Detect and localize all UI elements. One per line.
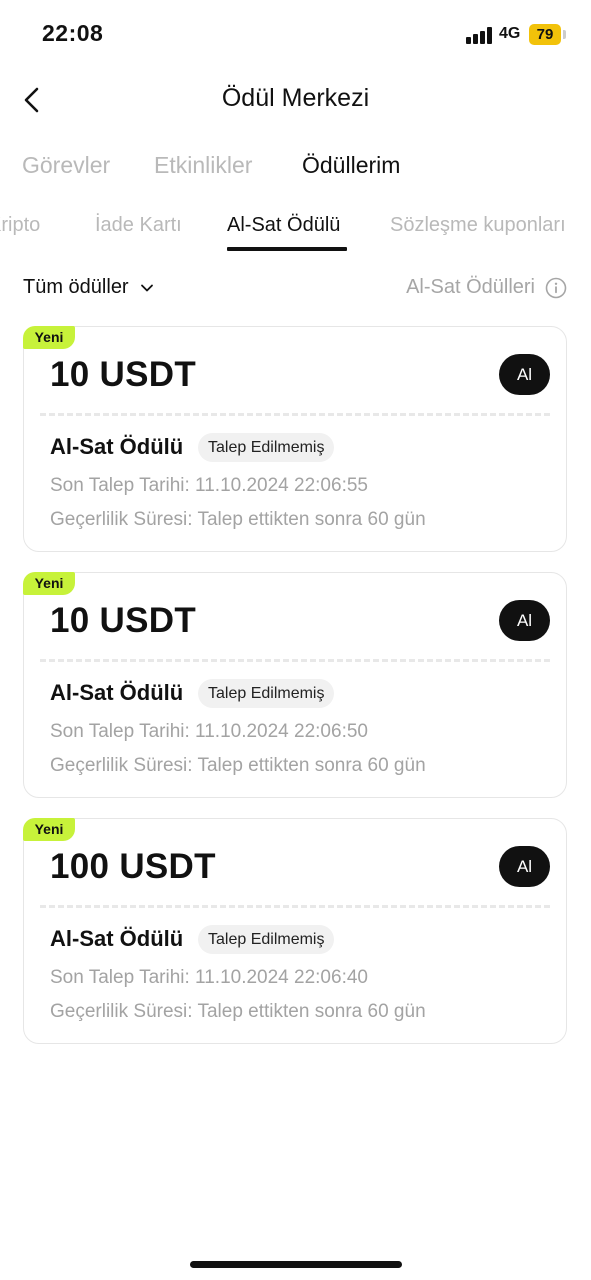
new-badge: Yeni bbox=[23, 326, 75, 349]
claim-deadline: Son Talep Tarihi: 11.10.2024 22:06:40 bbox=[50, 967, 368, 988]
reward-card: Yeni 100 USDT Al Al-Sat Ödülü Talep Edil… bbox=[23, 818, 567, 1044]
status-badge: Talep Edilmemiş bbox=[198, 925, 335, 954]
rewards-info-label: Al-Sat Ödülleri bbox=[406, 276, 535, 298]
network-type: 4G bbox=[499, 25, 521, 42]
claim-deadline: Son Talep Tarihi: 11.10.2024 22:06:50 bbox=[50, 721, 368, 742]
home-indicator bbox=[190, 1261, 402, 1268]
rewards-filter-dropdown[interactable]: Tüm ödüller bbox=[23, 276, 155, 299]
claim-deadline: Son Talep Tarihi: 11.10.2024 22:06:55 bbox=[50, 475, 368, 496]
divider bbox=[40, 905, 550, 908]
rewards-info-link[interactable]: Al-Sat Ödülleri bbox=[406, 276, 567, 299]
new-badge: Yeni bbox=[23, 572, 75, 595]
validity-period: Geçerlilik Süresi: Talep ettikten sonra … bbox=[50, 509, 426, 530]
signal-icon bbox=[466, 26, 494, 44]
tab-gorevler[interactable]: Görevler bbox=[22, 152, 110, 179]
header: Ödül Merkezi bbox=[0, 70, 591, 130]
status-badge: Talep Edilmemiş bbox=[198, 679, 335, 708]
reward-name: Al-Sat Ödülü bbox=[50, 926, 184, 951]
reward-name: Al-Sat Ödülü bbox=[50, 434, 184, 459]
reward-name: Al-Sat Ödülü bbox=[50, 680, 184, 705]
filter-label: Tüm ödüller bbox=[23, 276, 129, 298]
active-tab-indicator bbox=[227, 247, 347, 251]
reward-amount: 10 USDT bbox=[50, 601, 197, 640]
info-icon bbox=[545, 277, 567, 298]
status-badge: Talep Edilmemiş bbox=[198, 433, 335, 462]
subtab-iade-karti[interactable]: İade Kartı bbox=[95, 214, 182, 237]
validity-period: Geçerlilik Süresi: Talep ettikten sonra … bbox=[50, 755, 426, 776]
battery-icon: 79 bbox=[529, 24, 561, 45]
subtab-kripto[interactable]: Kripto bbox=[0, 214, 40, 237]
new-badge: Yeni bbox=[23, 818, 75, 841]
subtab-sozlesme-kuponlari[interactable]: Sözleşme kuponları bbox=[390, 214, 566, 237]
status-bar: 22:08 4G 79 bbox=[0, 0, 591, 70]
status-time: 22:08 bbox=[42, 20, 104, 46]
divider bbox=[40, 413, 550, 416]
reward-card: Yeni 10 USDT Al Al-Sat Ödülü Talep Edilm… bbox=[23, 572, 567, 798]
tab-odullerim[interactable]: Ödüllerim bbox=[302, 152, 400, 179]
main-tabs: Görevler Etkinlikler Ödüllerim bbox=[0, 148, 591, 188]
page-title: Ödül Merkezi bbox=[221, 84, 370, 112]
claim-button[interactable]: Al bbox=[499, 600, 550, 641]
claim-button[interactable]: Al bbox=[499, 846, 550, 887]
divider bbox=[40, 659, 550, 662]
tab-etkinlikler[interactable]: Etkinlikler bbox=[154, 152, 252, 179]
reward-amount: 100 USDT bbox=[50, 847, 216, 886]
filter-row: Tüm ödüller Al-Sat Ödülleri bbox=[0, 272, 591, 306]
claim-button[interactable]: Al bbox=[499, 354, 550, 395]
sub-tabs: Kripto İade Kartı Al-Sat Ödülü Sözleşme … bbox=[0, 204, 591, 254]
chevron-down-icon bbox=[140, 284, 153, 291]
reward-card: Yeni 10 USDT Al Al-Sat Ödülü Talep Edilm… bbox=[23, 326, 567, 552]
reward-amount: 10 USDT bbox=[50, 355, 197, 394]
battery-cap bbox=[563, 30, 566, 39]
validity-period: Geçerlilik Süresi: Talep ettikten sonra … bbox=[50, 1001, 426, 1022]
subtab-al-sat-odulu[interactable]: Al-Sat Ödülü bbox=[227, 214, 340, 237]
